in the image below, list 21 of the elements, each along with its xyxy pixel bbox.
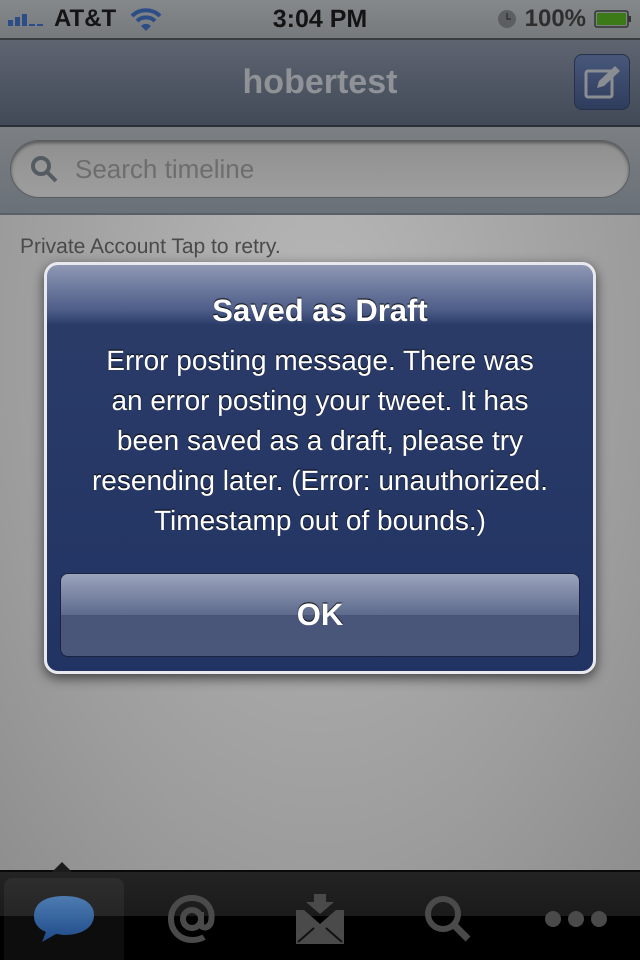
ok-button[interactable]: OK <box>60 573 580 657</box>
alert-message: Error posting message. There was an error posting your tweet. It has been saved as a draft, please try resending later. (Error: unauthorized. Timestamp out of bounds.) <box>90 344 550 538</box>
wifi-icon <box>130 7 162 31</box>
status-time: 3:04 PM <box>272 4 368 34</box>
compose-icon <box>583 64 621 100</box>
alert-title: Saved as Draft <box>212 293 428 329</box>
compose-button[interactable] <box>574 54 630 110</box>
inbox-envelope-icon <box>296 894 344 944</box>
search-icon <box>30 155 58 183</box>
clock-icon <box>496 9 517 29</box>
signal-icon <box>8 12 46 26</box>
more-icon <box>544 910 608 928</box>
nav-title: hobertest <box>242 63 398 102</box>
at-sign-icon <box>167 894 217 944</box>
tab-bar-item[interactable] <box>4 878 124 960</box>
selection-indicator <box>52 862 72 872</box>
search-icon <box>423 894 473 944</box>
status-message[interactable]: Private Account Tap to retry. <box>20 235 281 258</box>
battery-icon <box>594 10 632 28</box>
carrier-name: AT&T <box>54 5 116 33</box>
battery-percent: 100% <box>524 5 586 33</box>
